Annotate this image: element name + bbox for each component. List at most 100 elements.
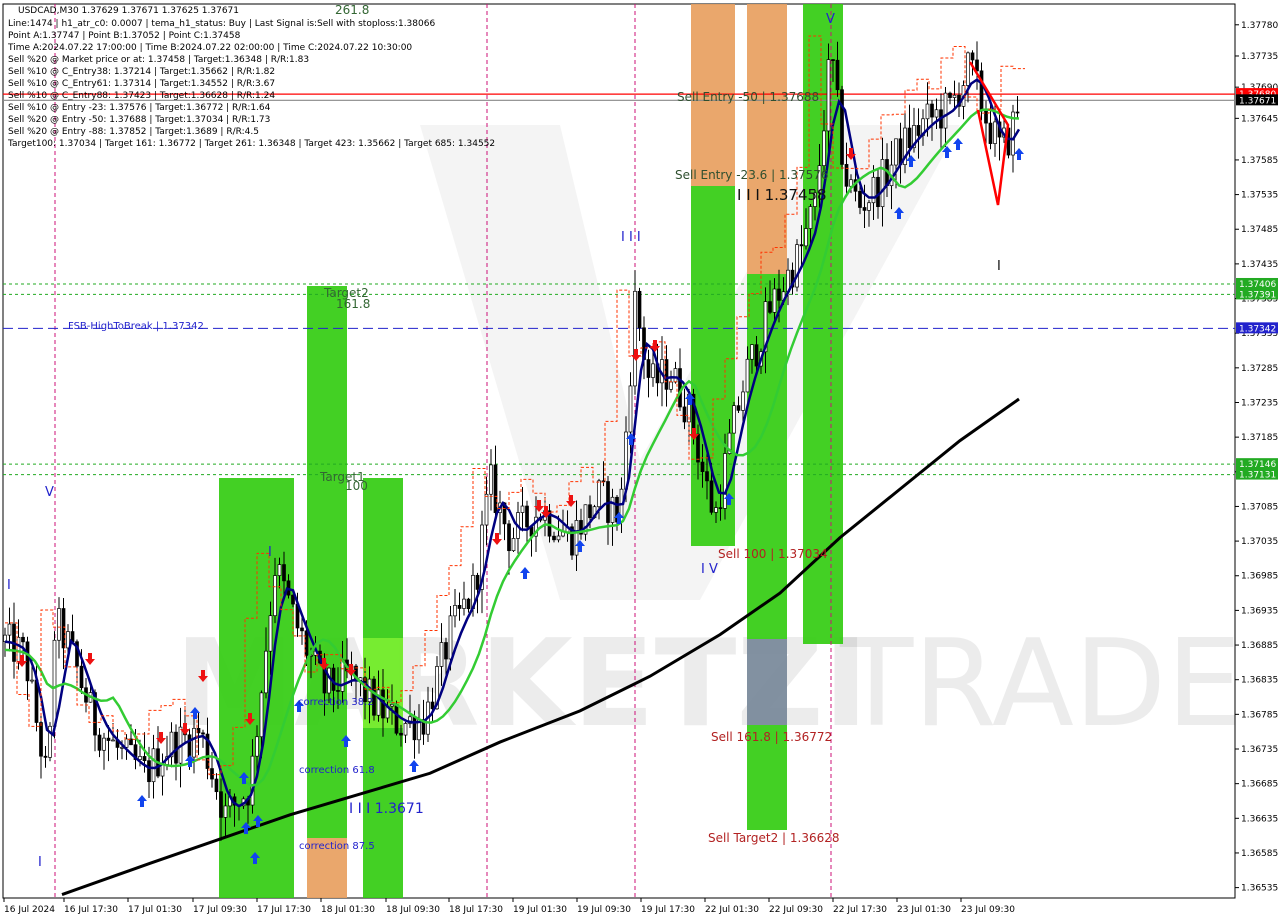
candle-body xyxy=(709,480,714,513)
candle-body xyxy=(511,538,516,552)
candle-body xyxy=(669,381,673,390)
wave-label-i1: I xyxy=(7,578,11,593)
symbol-line: USDCAD,M30 1.37629 1.37671 1.37625 1.376… xyxy=(18,6,239,16)
candle-body xyxy=(826,59,831,132)
candle-body xyxy=(462,598,466,609)
candle-body xyxy=(475,574,480,590)
candle-body xyxy=(106,737,111,741)
candle-body xyxy=(664,359,669,390)
y-tick-label-0: 1.37780 xyxy=(1241,21,1278,31)
candle-body xyxy=(376,689,381,716)
candle-body xyxy=(894,138,898,166)
candle-body xyxy=(948,92,952,98)
candle-body xyxy=(858,190,862,208)
candle-body xyxy=(835,59,840,91)
wave-label-v2: V xyxy=(826,12,835,27)
x-tick-label-12: 22 Jul 09:30 xyxy=(769,905,823,915)
candle-body xyxy=(588,504,592,519)
candle-body xyxy=(444,642,448,660)
y-tick-label-12: 1.37185 xyxy=(1241,433,1278,443)
candle-body xyxy=(1015,111,1020,114)
x-tick-label-13: 22 Jul 17:30 xyxy=(833,905,887,915)
x-tick-label-11: 22 Jul 01:30 xyxy=(705,905,759,915)
candle-body xyxy=(142,756,147,762)
candle xyxy=(48,722,52,762)
y-tick-label-17: 1.36935 xyxy=(1241,606,1278,616)
y-tick-label-14: 1.37085 xyxy=(1241,502,1278,512)
candle-body xyxy=(448,615,453,660)
wave-label-i3: I xyxy=(38,855,42,870)
label-correction-38: correction 38.2 xyxy=(298,697,374,708)
candle-body xyxy=(993,121,997,144)
price-chart[interactable]: MARKETZITRADE1.377801.377351.376901.3764… xyxy=(0,0,1280,920)
x-tick-label-5: 18 Jul 01:30 xyxy=(321,905,375,915)
candle-body xyxy=(255,736,259,757)
candle-body xyxy=(808,206,813,229)
y-tick-label-20: 1.36785 xyxy=(1241,710,1278,720)
candle-body xyxy=(21,636,25,643)
y-tick-label-15: 1.37035 xyxy=(1241,537,1278,547)
label-target2-pct: 161.8 xyxy=(336,297,370,311)
candle-body xyxy=(259,692,264,738)
y-tick-label-1: 1.37735 xyxy=(1241,52,1278,62)
info-line-9: Sell %20 @ Entry -88: 1.37852 | Target:1… xyxy=(8,127,259,137)
candle-body xyxy=(79,665,84,689)
candle-body xyxy=(907,127,912,149)
watermark-text-2: TRADE xyxy=(839,615,1242,754)
candle-body xyxy=(507,523,511,552)
candle-body xyxy=(574,520,579,556)
y-tick-label-7: 1.37435 xyxy=(1241,260,1278,270)
candle-body xyxy=(52,639,57,727)
info-line-1: Point A:1.37747 | Point B:1.37052 | Poin… xyxy=(8,31,241,41)
candle-body xyxy=(646,359,651,378)
candle-body xyxy=(700,461,705,472)
y-tick-label-3: 1.37645 xyxy=(1241,114,1278,124)
candle-body xyxy=(651,363,655,378)
candle-body xyxy=(327,667,331,694)
candle-body xyxy=(268,615,273,652)
candle-body xyxy=(795,244,799,288)
candle-body xyxy=(151,748,156,783)
candle-body xyxy=(525,505,529,528)
candle-body xyxy=(219,791,223,818)
candle-body xyxy=(556,535,561,541)
label-target1-pct: 100 xyxy=(345,479,368,493)
candle-body xyxy=(210,768,214,780)
price-tag-3: 1.37391 xyxy=(1239,290,1276,300)
candle-body xyxy=(696,433,700,463)
info-line-5: Sell %10 @ C_Entry61: 1.37314 | Target:1… xyxy=(8,79,275,89)
candle-body xyxy=(754,344,759,367)
candle-body xyxy=(39,722,43,757)
info-line-0: Line:1474 | h1_atr_c0: 0.0007 | tema_h1_… xyxy=(8,19,435,29)
candle-body xyxy=(705,471,709,482)
y-tick-label-18: 1.36885 xyxy=(1241,641,1278,651)
candle-body xyxy=(628,385,633,433)
candle-body xyxy=(876,176,880,208)
label-level-36671: I I I 1.3671 xyxy=(349,801,424,817)
candle-body xyxy=(403,723,408,736)
candle-body xyxy=(633,290,637,387)
candle-body xyxy=(871,176,876,204)
label-correction-87: correction 87.5 xyxy=(299,841,375,852)
candle-body xyxy=(453,605,457,617)
candle-body xyxy=(7,623,12,636)
candle-body xyxy=(975,59,979,72)
price-tag-1: 1.37671 xyxy=(1239,96,1276,106)
y-tick-label-6: 1.37485 xyxy=(1241,225,1278,235)
candle-body xyxy=(97,734,102,751)
candle-body xyxy=(138,756,142,760)
candle-body xyxy=(147,760,151,783)
candle-body xyxy=(336,690,340,692)
candle-body xyxy=(277,564,282,576)
candle-body xyxy=(160,764,165,777)
candle-body xyxy=(300,627,304,632)
candle-body xyxy=(399,732,403,736)
y-tick-label-21: 1.36735 xyxy=(1241,745,1278,755)
candle-body xyxy=(750,344,754,360)
candle-body xyxy=(57,608,61,641)
candle-body xyxy=(484,493,489,526)
candle-body xyxy=(552,535,556,541)
info-line-8: Sell %20 @ Entry -50: 1.37688 | Target:1… xyxy=(8,115,270,125)
y-tick-label-16: 1.36985 xyxy=(1241,572,1278,582)
candle-body xyxy=(520,505,525,513)
